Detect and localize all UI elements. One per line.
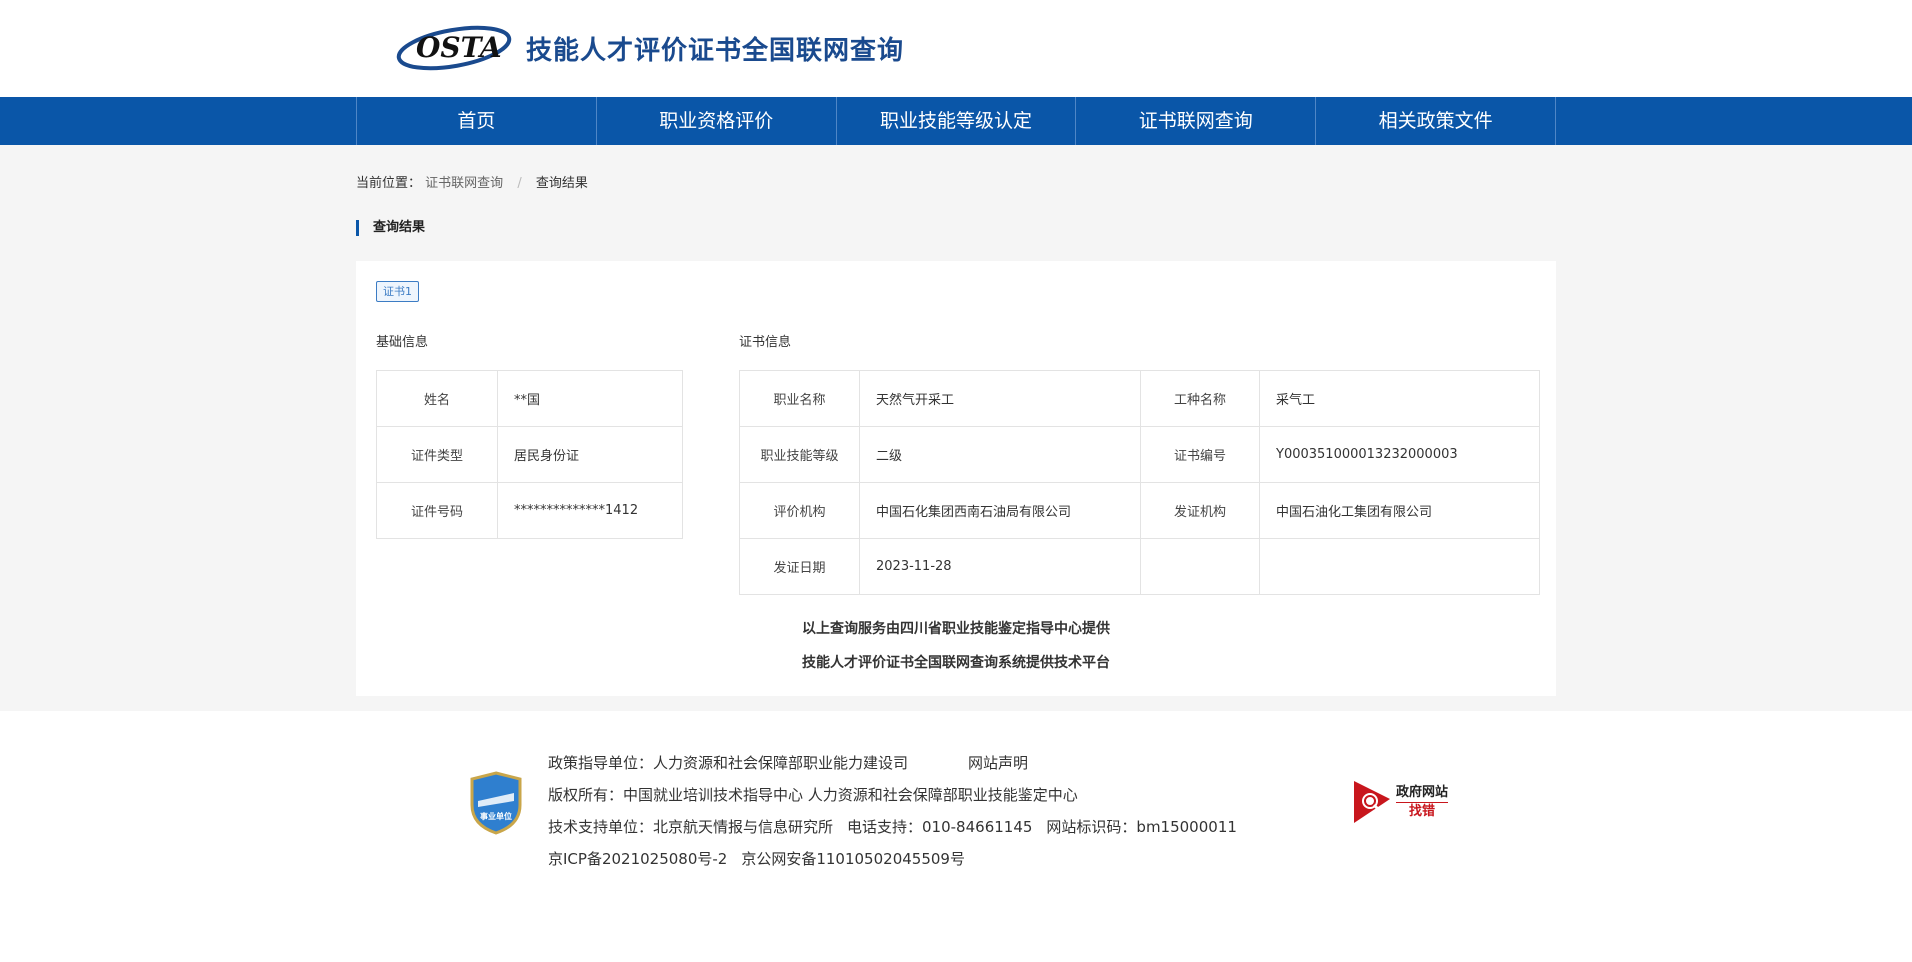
nav-item-cert-query[interactable]: 证书联网查询 <box>1076 97 1317 145</box>
platform-notice: 技能人才评价证书全国联网查询系统提供技术平台 <box>802 655 1110 671</box>
field-value: 中国石油化工集团有限公司 <box>1259 482 1540 539</box>
footer-tech-support: 技术支持单位：北京航天情报与信息研究所 <box>548 818 834 836</box>
field-key: 证书编号 <box>1140 426 1260 483</box>
field-key: 发证机构 <box>1140 482 1260 539</box>
main-nav: 首页 职业资格评价 职业技能等级认定 证书联网查询 相关政策文件 <box>0 97 1912 145</box>
field-key: 证件号码 <box>376 482 498 539</box>
table-row: 发证日期 2023-11-28 <box>739 538 1540 595</box>
gov-site-error-report[interactable]: 政府网站 找错 <box>1352 779 1452 825</box>
field-key: 姓名 <box>376 370 498 427</box>
breadcrumb-separator: / <box>517 176 522 191</box>
field-value: Y000351000013232000003 <box>1259 426 1540 483</box>
cert-info-label: 证书信息 <box>739 335 792 350</box>
nav-item-qualification[interactable]: 职业资格评价 <box>597 97 837 145</box>
site-header: OSTA 技能人才评价证书全国联网查询 <box>0 0 1912 97</box>
osta-logo-icon: OSTA <box>396 24 514 72</box>
field-value: **************1412 <box>497 482 683 539</box>
footer-site-id: 网站标识码：bm15000011 <box>1046 818 1237 836</box>
basic-info-table: 姓名 **国 证件类型 居民身份证 证件号码 **************141… <box>376 370 683 539</box>
gov-badge-title: 政府网站 <box>1396 784 1449 800</box>
cert-info-table: 职业名称 天然气开采工 工种名称 采气工 职业技能等级 二级 证书编号 Y000… <box>739 370 1540 595</box>
nav-item-policy[interactable]: 相关政策文件 <box>1316 97 1556 145</box>
footer-phone: 电话支持：010-84661145 <box>847 818 1033 836</box>
nav-item-home[interactable]: 首页 <box>357 97 597 145</box>
footer-police-record-link[interactable]: 京公网安备11010502045509号 <box>741 850 965 868</box>
field-key: 职业技能等级 <box>739 426 860 483</box>
field-value: 2023-11-28 <box>859 538 1141 595</box>
badge-text: 事业单位 <box>480 811 512 821</box>
field-value: 居民身份证 <box>497 426 683 483</box>
field-value: **国 <box>497 370 683 427</box>
provider-notice: 以上查询服务由四川省职业技能鉴定指导中心提供 <box>802 621 1110 637</box>
table-row: 职业名称 天然气开采工 工种名称 采气工 <box>739 370 1540 427</box>
footer-site-statement-link[interactable]: 网站声明 <box>968 754 1028 772</box>
breadcrumb-prefix: 当前位置： <box>356 176 422 191</box>
basic-info-label: 基础信息 <box>376 335 429 350</box>
site-title: 技能人才评价证书全国联网查询 <box>526 35 905 66</box>
tab-certificate-1[interactable]: 证书1 <box>376 281 419 302</box>
breadcrumb: 当前位置： 证书联网查询 / 查询结果 <box>356 172 588 191</box>
field-key: 评价机构 <box>739 482 860 539</box>
breadcrumb-link-cert-query[interactable]: 证书联网查询 <box>425 176 503 191</box>
field-key: 发证日期 <box>739 538 860 595</box>
footer-info: 政策指导单位：人力资源和社会保障部职业能力建设司 网站声明 版权所有：中国就业培训… <box>548 747 1237 875</box>
nav-item-skill-level[interactable]: 职业技能等级认定 <box>837 97 1077 145</box>
gov-badge-subtitle: 找错 <box>1396 801 1449 821</box>
site-footer: 事业单位 政策指导单位：人力资源和社会保障部职业能力建设司 网站声明 版权所有：中… <box>0 711 1912 962</box>
field-key <box>1140 538 1260 595</box>
table-row: 职业技能等级 二级 证书编号 Y000351000013232000003 <box>739 426 1540 483</box>
table-row: 证件类型 居民身份证 <box>376 426 683 483</box>
section-title: 查询结果 <box>356 220 425 236</box>
result-panel: 证书1 基础信息 证书信息 姓名 **国 证件类型 居民身份证 证件号码 ***… <box>356 261 1556 696</box>
footer-copyright: 版权所有：中国就业培训技术指导中心 人力资源和社会保障部职业技能鉴定中心 <box>548 786 1078 804</box>
field-value: 天然气开采工 <box>859 370 1141 427</box>
field-value: 采气工 <box>1259 370 1540 427</box>
field-key: 证件类型 <box>376 426 498 483</box>
site-logo[interactable]: OSTA 技能人才评价证书全国联网查询 <box>396 24 904 72</box>
field-key: 工种名称 <box>1140 370 1260 427</box>
footer-policy-unit: 政策指导单位：人力资源和社会保障部职业能力建设司 <box>548 754 909 772</box>
field-value: 中国石化集团西南石油局有限公司 <box>859 482 1141 539</box>
field-key: 职业名称 <box>739 370 860 427</box>
table-row: 证件号码 **************1412 <box>376 482 683 539</box>
footer-icp-link[interactable]: 京ICP备2021025080号-2 <box>548 850 727 868</box>
main-content: 当前位置： 证书联网查询 / 查询结果 查询结果 证书1 基础信息 证书信息 姓… <box>0 145 1912 711</box>
table-row: 姓名 **国 <box>376 370 683 427</box>
logo-text: OSTA <box>416 31 502 64</box>
public-institution-badge[interactable]: 事业单位 <box>470 771 522 835</box>
field-value <box>1259 538 1540 595</box>
magnifier-flag-icon <box>1354 781 1390 823</box>
field-value: 二级 <box>859 426 1141 483</box>
table-row: 评价机构 中国石化集团西南石油局有限公司 发证机构 中国石油化工集团有限公司 <box>739 482 1540 539</box>
breadcrumb-current: 查询结果 <box>535 176 588 191</box>
